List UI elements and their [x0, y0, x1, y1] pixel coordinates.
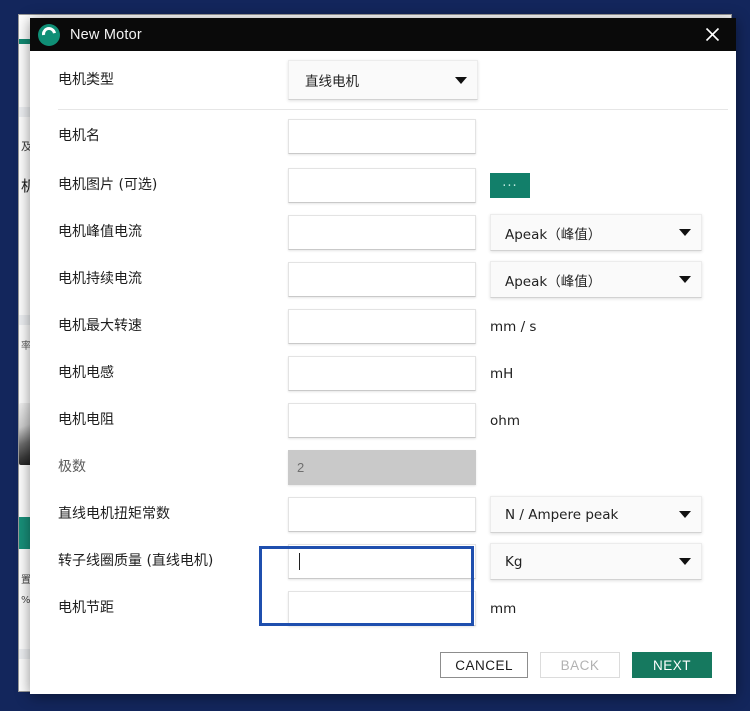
motor-name-input[interactable] — [288, 118, 476, 154]
label-max-speed: 电机最大转速 — [58, 318, 142, 335]
close-button[interactable] — [692, 18, 732, 51]
continuous-current-unit-select[interactable]: Apeak（峰值） — [490, 261, 702, 298]
continuous-current-trailer: Apeak（峰值） — [490, 261, 702, 298]
pole-count-value: 2 — [297, 460, 305, 475]
form-row-motor-image: 电机图片 (可选) ... — [30, 162, 736, 209]
label-continuous-current: 电机持续电流 — [58, 271, 142, 288]
browse-image-button[interactable]: ... — [490, 173, 530, 198]
label-resistance: 电机电阻 — [58, 412, 114, 429]
torque-constant-input[interactable] — [288, 497, 476, 532]
inductance-input[interactable] — [288, 356, 476, 391]
peak-current-trailer: Apeak（峰值） — [490, 214, 702, 251]
resistance-input[interactable] — [288, 403, 476, 438]
pole-count-input: 2 — [288, 450, 476, 485]
torque-constant-unit-value: N / Ampere peak — [505, 506, 619, 523]
torque-constant-unit-select[interactable]: N / Ampere peak — [490, 496, 702, 533]
motor-pitch-input[interactable] — [288, 591, 476, 626]
coil-mass-unit-value: Kg — [505, 553, 523, 570]
chevron-down-icon — [679, 229, 691, 236]
motor-form: 电机类型 直线电机 电机名 电机图片 (可选) ... 电机峰值电流 Apeak… — [30, 51, 736, 636]
peak-current-unit-value: Apeak（峰值） — [505, 226, 602, 243]
next-button[interactable]: NEXT — [632, 652, 712, 678]
coil-mass-input[interactable] — [288, 544, 476, 579]
cancel-button[interactable]: CANCEL — [440, 652, 528, 678]
motor-pitch-trailer: mm — [490, 601, 516, 617]
peak-current-unit-select[interactable]: Apeak（峰值） — [490, 214, 702, 251]
back-button: BACK — [540, 652, 620, 678]
max-speed-unit: mm / s — [490, 318, 537, 335]
form-row-continuous-current: 电机持续电流 Apeak（峰值） — [30, 256, 736, 303]
coil-mass-unit-select[interactable]: Kg — [490, 543, 702, 580]
label-peak-current: 电机峰值电流 — [58, 224, 142, 241]
label-motor-image: 电机图片 (可选) — [58, 177, 158, 194]
chevron-down-icon — [679, 511, 691, 518]
chevron-down-icon — [455, 76, 467, 84]
label-motor-pitch: 电机节距 — [58, 600, 114, 617]
app-logo-icon — [38, 23, 60, 46]
label-torque-constant: 直线电机扭矩常数 — [58, 506, 170, 523]
form-row-pole-count: 极数 2 — [30, 444, 736, 491]
max-speed-input[interactable] — [288, 309, 476, 344]
continuous-current-input[interactable] — [288, 262, 476, 297]
text-cursor — [299, 553, 300, 570]
label-motor-name: 电机名 — [58, 127, 100, 144]
inductance-unit: mH — [490, 365, 514, 382]
chevron-down-icon — [679, 276, 691, 283]
torque-constant-trailer: N / Ampere peak — [490, 496, 702, 533]
form-row-resistance: 电机电阻 ohm — [30, 397, 736, 444]
continuous-current-unit-value: Apeak（峰值） — [505, 273, 602, 290]
form-row-inductance: 电机电感 mH — [30, 350, 736, 397]
coil-mass-trailer: Kg — [490, 543, 702, 580]
max-speed-trailer: mm / s — [490, 319, 536, 335]
resistance-unit: ohm — [490, 412, 520, 429]
label-pole-count: 极数 — [58, 459, 86, 476]
peak-current-input[interactable] — [288, 215, 476, 250]
chevron-down-icon — [679, 558, 691, 565]
motor-type-select[interactable]: 直线电机 — [288, 60, 478, 100]
form-row-peak-current: 电机峰值电流 Apeak（峰值） — [30, 209, 736, 256]
dialog-title: New Motor — [70, 26, 142, 43]
motor-image-trailer: ... — [490, 173, 530, 198]
form-row-max-speed: 电机最大转速 mm / s — [30, 303, 736, 350]
form-row-motor-type: 电机类型 直线电机 — [30, 51, 736, 109]
label-motor-type: 电机类型 — [58, 71, 114, 88]
motor-pitch-unit: mm — [490, 600, 517, 617]
form-row-motor-pitch: 电机节距 mm — [30, 585, 736, 632]
new-motor-dialog: New Motor 电机类型 直线电机 电机名 电机图片 (可选) ... 电机… — [30, 18, 736, 694]
motor-image-input[interactable] — [288, 168, 476, 203]
dialog-footer: CANCEL BACK NEXT — [30, 636, 736, 694]
motor-type-value: 直线电机 — [305, 74, 359, 90]
form-row-coil-mass: 转子线圈质量 (直线电机) Kg — [30, 538, 736, 585]
label-inductance: 电机电感 — [58, 365, 114, 382]
form-row-motor-name: 电机名 — [30, 110, 736, 162]
inductance-trailer: mH — [490, 366, 513, 382]
resistance-trailer: ohm — [490, 413, 520, 429]
close-icon — [705, 27, 719, 42]
label-coil-mass: 转子线圈质量 (直线电机) — [58, 553, 214, 570]
form-row-torque-constant: 直线电机扭矩常数 N / Ampere peak — [30, 491, 736, 538]
dialog-titlebar: New Motor — [30, 18, 736, 51]
